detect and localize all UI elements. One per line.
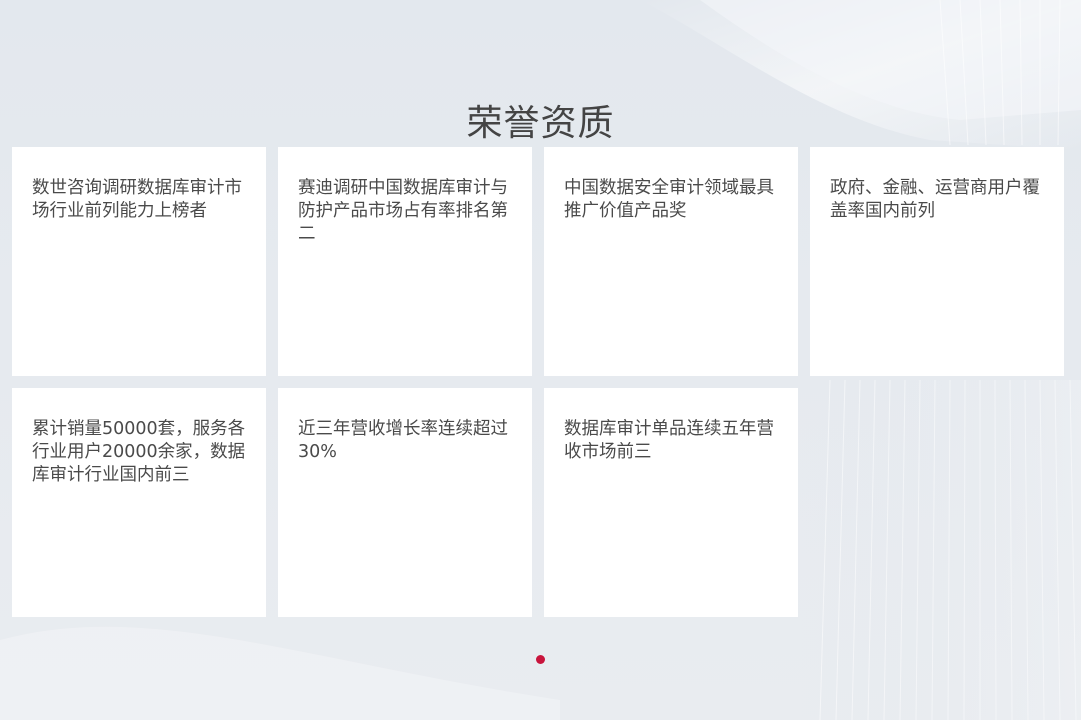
honor-card[interactable]: 中国数据安全审计领域最具推广价值产品奖 xyxy=(544,147,798,376)
honor-card-text: 近三年营收增长率连续超过30% xyxy=(298,419,508,462)
honor-card[interactable]: 近三年营收增长率连续超过30% xyxy=(278,388,532,617)
honor-card[interactable]: 赛迪调研中国数据库审计与防护产品市场占有率排名第二 xyxy=(278,147,532,376)
section-title: 荣誉资质 xyxy=(466,103,615,145)
carousel-pagination xyxy=(0,655,1081,664)
honor-card-text: 数据库审计单品连续五年营收市场前三 xyxy=(564,419,774,462)
honor-card-text: 政府、金融、运营商用户覆盖率国内前列 xyxy=(830,178,1040,221)
honor-card-text: 累计销量50000套，服务各行业用户20000余家，数据库审计行业国内前三 xyxy=(32,419,246,485)
honor-card[interactable]: 数世咨询调研数据库审计市场行业前列能力上榜者 xyxy=(12,147,266,376)
honor-card-text: 赛迪调研中国数据库审计与防护产品市场占有率排名第二 xyxy=(298,178,508,244)
honor-card[interactable]: 累计销量50000套，服务各行业用户20000余家，数据库审计行业国内前三 xyxy=(12,388,266,617)
pagination-dot-active[interactable] xyxy=(536,655,545,664)
honors-grid: 数世咨询调研数据库审计市场行业前列能力上榜者 赛迪调研中国数据库审计与防护产品市… xyxy=(12,147,1064,617)
honor-card-text: 数世咨询调研数据库审计市场行业前列能力上榜者 xyxy=(32,178,242,221)
honor-card-text: 中国数据安全审计领域最具推广价值产品奖 xyxy=(564,178,774,221)
honor-card[interactable]: 数据库审计单品连续五年营收市场前三 xyxy=(544,388,798,617)
honor-card[interactable]: 政府、金融、运营商用户覆盖率国内前列 xyxy=(810,147,1064,376)
